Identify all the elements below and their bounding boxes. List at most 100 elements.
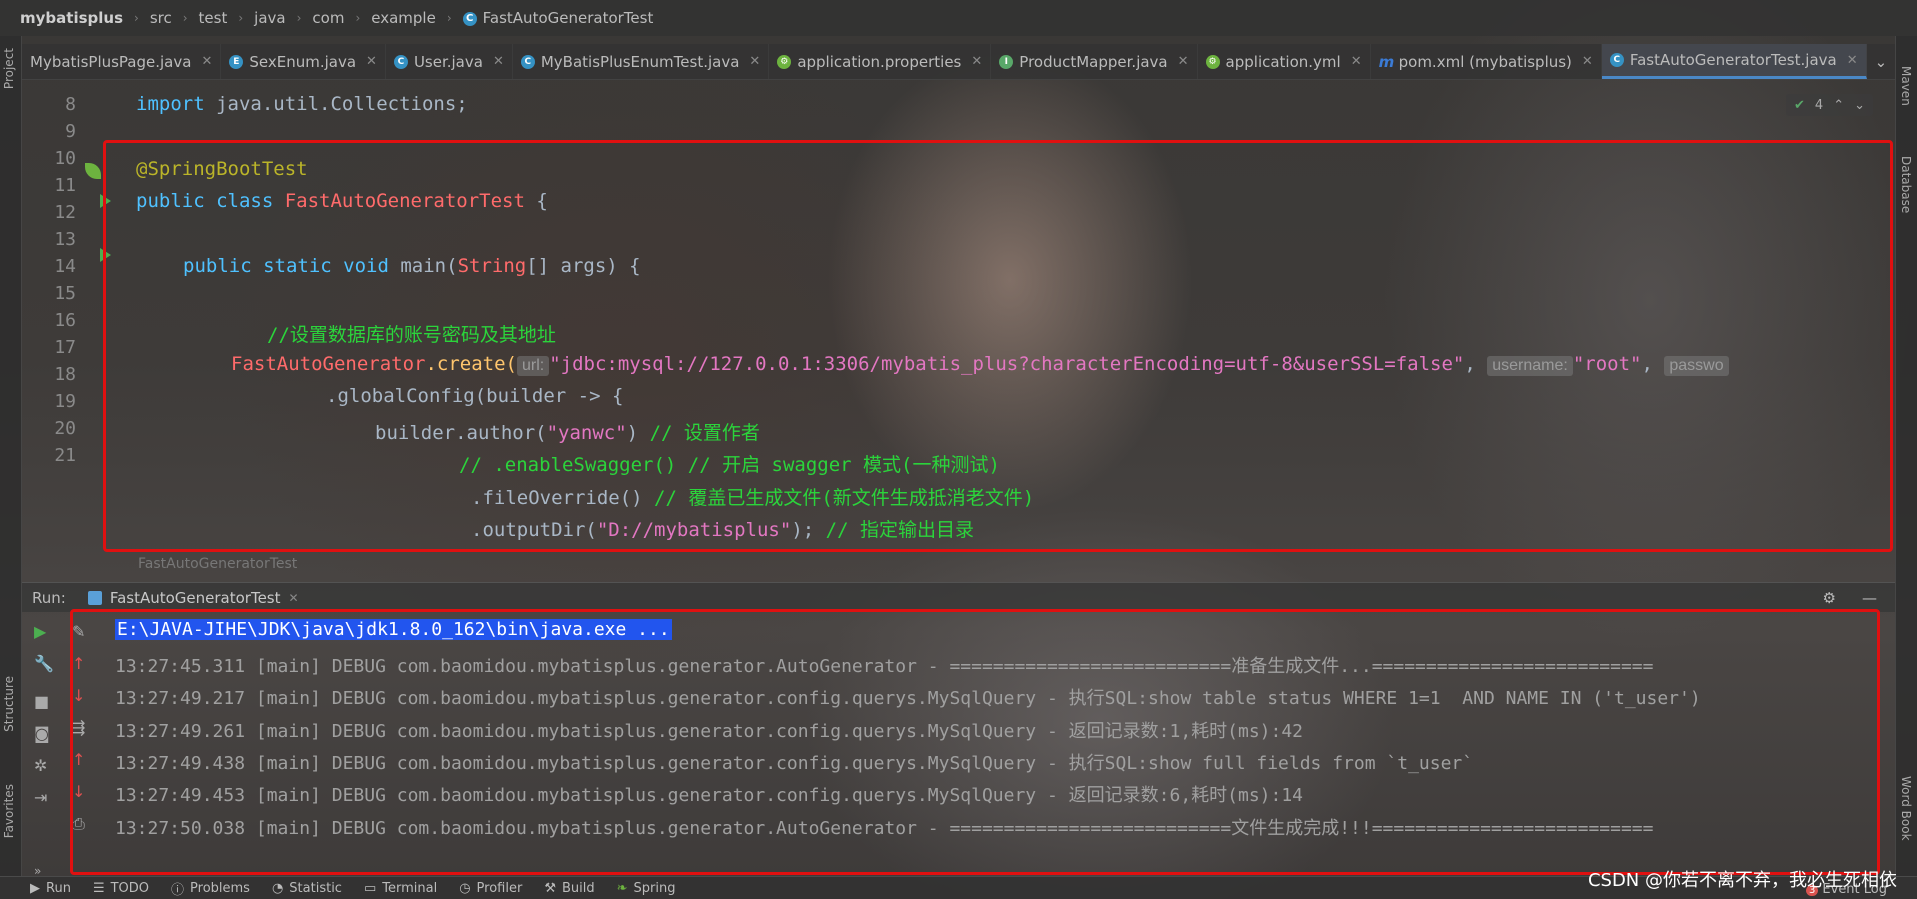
- chevron-down-icon[interactable]: ⌄: [1867, 44, 1895, 79]
- breadcrumb-item-example[interactable]: example: [367, 9, 440, 27]
- minimize-icon[interactable]: —: [1862, 589, 1877, 607]
- favorites-tool-tab[interactable]: Favorites: [2, 784, 16, 838]
- breadcrumb-separator: ›: [182, 11, 188, 25]
- spring-config-icon: ⚙: [1205, 54, 1220, 69]
- check-icon: ✔: [1794, 97, 1805, 113]
- tab-application-properties[interactable]: ⚙ application.properties ✕: [769, 44, 992, 79]
- tab-fast-auto-generator-test[interactable]: C FastAutoGeneratorTest.java ✕: [1601, 44, 1867, 79]
- tab-mybatisplus-page[interactable]: MybatisPlusPage.java ✕: [22, 44, 222, 79]
- breadcrumb-separator: ›: [296, 11, 302, 25]
- terminal-tool-button[interactable]: ▭ Terminal: [364, 881, 437, 896]
- test-class-icon: C: [1609, 53, 1624, 67]
- right-tool-strip: Maven Database Word Book: [1895, 36, 1917, 876]
- breadcrumb-item-project[interactable]: mybatisplus: [16, 9, 127, 27]
- breadcrumb-item-file[interactable]: C FastAutoGeneratorTest: [459, 9, 658, 27]
- test-class-icon: C: [462, 11, 477, 26]
- editor-footer-breadcrumb[interactable]: FastAutoGeneratorTest: [138, 556, 297, 572]
- tab-user[interactable]: C User.java ✕: [386, 44, 513, 79]
- project-tool-tab[interactable]: Project: [2, 48, 16, 89]
- breadcrumb-item-java[interactable]: java: [250, 9, 289, 27]
- word-book-tool-tab[interactable]: Word Book: [1899, 776, 1913, 841]
- run-tool-button[interactable]: ▶ Run: [30, 881, 71, 896]
- tab-label: pom.xml (mybatisplus): [1398, 52, 1572, 71]
- play-icon: ▶: [30, 880, 40, 896]
- close-icon[interactable]: ✕: [289, 591, 299, 605]
- inspection-widget[interactable]: ✔ 4 ⌃ ⌄: [1786, 94, 1873, 116]
- todo-tool-button[interactable]: ☰ TODO: [93, 881, 149, 896]
- info-icon: ⓘ: [171, 882, 185, 898]
- line-number: 11: [54, 175, 76, 196]
- line-number: 19: [54, 391, 76, 412]
- code-line-8[interactable]: import java.util.Collections;: [136, 93, 468, 115]
- test-class-icon: C: [520, 54, 535, 69]
- camera-icon[interactable]: ◙: [34, 724, 50, 743]
- gear-icon[interactable]: ⚙: [1823, 589, 1836, 607]
- run-panel-title: Run:: [32, 588, 66, 607]
- profiler-tool-button[interactable]: ◷ Profiler: [459, 881, 522, 896]
- close-icon[interactable]: ✕: [971, 54, 982, 69]
- tab-label: User.java: [413, 52, 483, 71]
- problems-tool-button[interactable]: ⓘ Problems: [171, 879, 250, 898]
- csdn-watermark: CSDN @你若不离不弃，我必生死相依: [1587, 870, 1897, 891]
- close-icon[interactable]: ✕: [493, 54, 504, 69]
- class-icon: C: [393, 54, 408, 69]
- tab-sex-enum[interactable]: E SexEnum.java ✕: [221, 44, 386, 79]
- spring-tool-button[interactable]: ❧ Spring: [617, 881, 676, 896]
- line-number: 21: [54, 445, 76, 466]
- run-config-icon: [87, 590, 102, 605]
- rerun-icon[interactable]: ▶: [34, 622, 46, 641]
- statistic-tool-button[interactable]: ◔ Statistic: [272, 881, 342, 896]
- line-number: 20: [54, 418, 76, 439]
- close-icon[interactable]: ✕: [1582, 54, 1593, 69]
- line-number: 18: [54, 364, 76, 385]
- build-tool-button[interactable]: ⚒ Build: [544, 881, 594, 896]
- inspection-count: 4: [1814, 97, 1824, 113]
- breadcrumb-item-com[interactable]: com: [308, 9, 348, 27]
- line-number: 9: [65, 121, 76, 142]
- breadcrumb-item-src[interactable]: src: [146, 9, 176, 27]
- settings-icon[interactable]: ✲: [34, 756, 47, 775]
- close-icon[interactable]: ✕: [1847, 53, 1858, 68]
- interface-icon: I: [999, 54, 1014, 69]
- run-config-tab[interactable]: FastAutoGeneratorTest ✕: [78, 589, 309, 607]
- tab-label: FastAutoGeneratorTest.java: [1629, 51, 1837, 69]
- chevron-up-icon[interactable]: ⌃: [1833, 98, 1844, 113]
- console-highlight-box: [70, 609, 1880, 875]
- close-icon[interactable]: ✕: [749, 54, 760, 69]
- tab-label: application.yml: [1225, 52, 1341, 71]
- run-panel-header: Run: FastAutoGeneratorTest ✕ ⚙ —: [22, 582, 1895, 612]
- run-toolbar: ▶ 🔧 ■ ◙ ✲ ⇥ » ✎ ↑ ↓ ⇶ ↑ ↓ ⎙: [28, 616, 85, 878]
- close-icon[interactable]: ✕: [1178, 54, 1189, 69]
- tab-application-yml[interactable]: ⚙ application.yml ✕: [1198, 44, 1371, 79]
- close-icon[interactable]: ✕: [201, 54, 212, 69]
- chevron-down-icon[interactable]: ⌄: [1854, 98, 1865, 113]
- breadcrumb-item-test[interactable]: test: [195, 9, 232, 27]
- tab-label: MybatisPlusPage.java: [30, 52, 192, 71]
- breadcrumb-separator: ›: [355, 11, 361, 25]
- tab-pom-xml[interactable]: m pom.xml (mybatisplus) ✕: [1371, 44, 1602, 79]
- tab-label: application.properties: [797, 52, 962, 71]
- close-icon[interactable]: ✕: [1351, 54, 1362, 69]
- left-tool-strip: Project Structure Favorites: [0, 36, 22, 876]
- database-tool-tab[interactable]: Database: [1899, 156, 1913, 213]
- breadcrumb-file-label: FastAutoGeneratorTest: [482, 9, 654, 27]
- line-number: 8: [65, 94, 76, 115]
- hammer-icon: ⚒: [544, 880, 556, 896]
- profiler-icon: ◷: [459, 880, 471, 896]
- structure-tool-tab[interactable]: Structure: [2, 676, 16, 732]
- code-highlight-box: [103, 140, 1893, 552]
- line-number: 15: [54, 283, 76, 304]
- exit-icon[interactable]: ⇥: [34, 788, 47, 807]
- close-icon[interactable]: ✕: [366, 54, 377, 69]
- stop-icon[interactable]: ■: [34, 692, 49, 711]
- spring-leaf-icon: ❧: [616, 880, 628, 896]
- tab-enum-test[interactable]: C MyBatisPlusEnumTest.java ✕: [513, 44, 770, 79]
- tab-product-mapper[interactable]: I ProductMapper.java ✕: [991, 44, 1198, 79]
- line-number: 13: [54, 229, 76, 250]
- tab-label: ProductMapper.java: [1019, 52, 1168, 71]
- wrench-icon[interactable]: 🔧: [34, 654, 54, 673]
- maven-tool-tab[interactable]: Maven: [1899, 66, 1913, 106]
- breadcrumb: mybatisplus › src › test › java › com › …: [0, 0, 1917, 36]
- spring-bean-icon[interactable]: [85, 163, 101, 179]
- line-number: 16: [54, 310, 76, 331]
